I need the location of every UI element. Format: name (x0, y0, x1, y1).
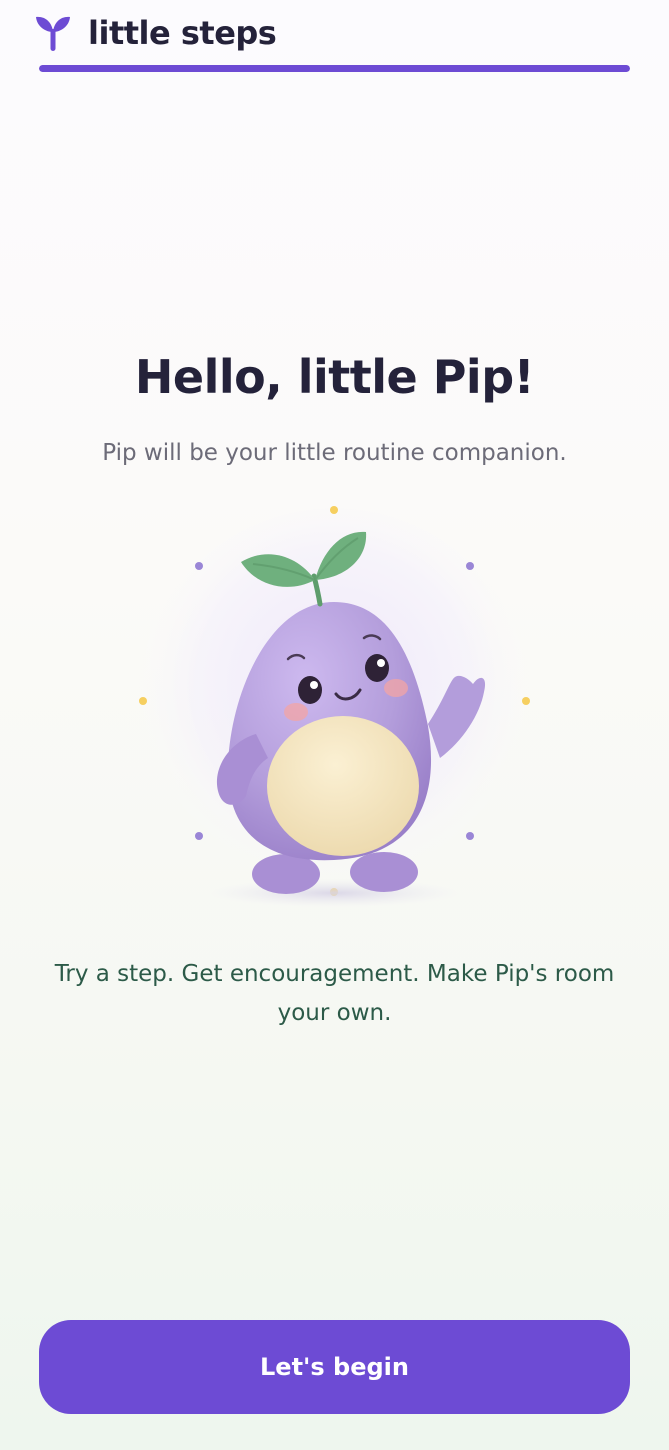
mascot-illustration (128, 496, 540, 916)
pip-belly (267, 716, 419, 856)
left-cheek (284, 703, 308, 721)
left-foot (252, 854, 320, 894)
sprout-icon (36, 16, 70, 51)
sparkle-dot (195, 832, 203, 840)
tagline: Try a step. Get encouragement. Make Pip'… (54, 961, 615, 1026)
progress-fill (39, 65, 630, 72)
sparkle-dot (195, 562, 203, 570)
lets-begin-button[interactable]: Let's begin (39, 1320, 630, 1414)
page-subtitle: Pip will be your little routine companio… (102, 440, 567, 466)
app-header: little steps (0, 0, 669, 80)
sparkle-dot (466, 562, 474, 570)
sparkle-dot (466, 832, 474, 840)
pip-mascot (136, 506, 532, 907)
onboarding-progress-bar (39, 65, 630, 72)
left-eye (298, 676, 322, 704)
ground-shadow (210, 879, 458, 907)
page-title: Hello, little Pip! (134, 350, 535, 404)
right-cheek (384, 679, 408, 697)
right-foot (350, 852, 418, 892)
right-eye (365, 654, 389, 682)
sparkle-dot (330, 506, 338, 514)
sparkle-dot (139, 697, 147, 705)
app-name: little steps (88, 14, 277, 52)
sparkle-dot (522, 697, 530, 705)
